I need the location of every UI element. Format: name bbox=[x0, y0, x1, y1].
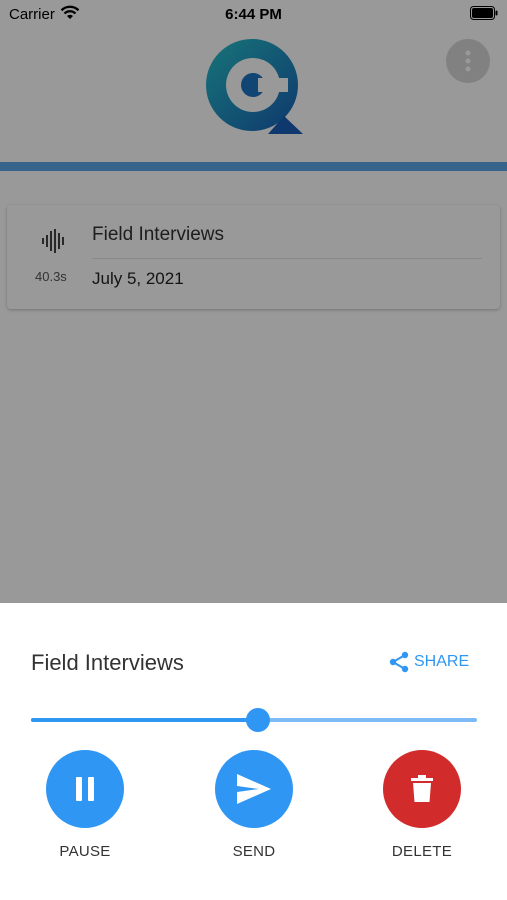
playback-slider[interactable] bbox=[31, 705, 477, 735]
delete-label: DELETE bbox=[391, 843, 453, 860]
pause-action[interactable]: PAUSE bbox=[25, 750, 145, 860]
send-action[interactable]: SEND bbox=[194, 750, 314, 860]
slider-progress bbox=[31, 718, 259, 722]
delete-button[interactable] bbox=[383, 750, 461, 828]
send-button[interactable] bbox=[215, 750, 293, 828]
pause-icon bbox=[76, 777, 94, 801]
send-label: SEND bbox=[232, 843, 276, 860]
share-icon bbox=[389, 651, 409, 673]
slider-thumb[interactable] bbox=[246, 708, 271, 732]
player-title: Field Interviews bbox=[31, 650, 184, 675]
share-label: SHARE bbox=[414, 653, 470, 670]
pause-label: PAUSE bbox=[59, 843, 111, 860]
pause-button[interactable] bbox=[46, 750, 124, 828]
trash-icon bbox=[411, 775, 433, 802]
delete-action[interactable]: DELETE bbox=[362, 750, 482, 860]
send-icon bbox=[237, 774, 271, 804]
player-sheet: Field Interviews SHARE PAUSE SEND DELETE bbox=[0, 603, 507, 900]
share-button[interactable]: SHARE bbox=[387, 650, 469, 674]
